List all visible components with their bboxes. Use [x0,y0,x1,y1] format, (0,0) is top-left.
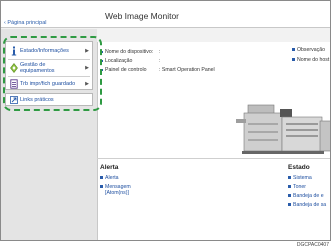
bullet-icon [100,185,103,189]
status-input-tray-link[interactable]: Bandeja de e [288,193,324,199]
alert-link[interactable]: Alerta [100,175,119,181]
host-name-row: Nome do host [292,57,329,63]
bullet-icon [288,203,291,207]
location-row: Localização [101,58,132,64]
bullet-icon [100,176,103,180]
bullet-icon [292,48,295,52]
location-value: : [159,58,161,64]
status-output-tray-link[interactable]: Bandeja de sa [288,202,326,208]
status-toner-link[interactable]: Toner [288,184,306,190]
section-divider [97,158,330,159]
control-panel-value: : Smart Operation Panel [159,67,215,73]
figure-code: DGCPAC0407 [296,242,329,248]
app-title: Web Image Monitor [105,11,180,21]
printer-image [236,104,330,154]
bullet-icon [288,194,291,198]
control-panel-row: Painel de controlo [101,67,147,73]
highlight-frame [3,36,102,111]
app-header: Web Image Monitor [1,1,330,28]
message-link[interactable]: Mensagem [Atom(ns)] [100,184,131,196]
status-section-title: Estado [288,164,310,171]
alert-section-title: Alerta [100,164,119,171]
bullet-icon [292,58,295,62]
device-name-row: Nome do dispositivo: [101,49,153,55]
bullet-icon [288,176,291,180]
observation-link[interactable]: Observação [292,47,325,53]
breadcrumb-home-link[interactable]: ‹ Página principal [4,20,47,26]
device-name-value: : [159,49,161,55]
bullet-icon [288,185,291,189]
status-system-link[interactable]: Sistema [288,175,312,181]
